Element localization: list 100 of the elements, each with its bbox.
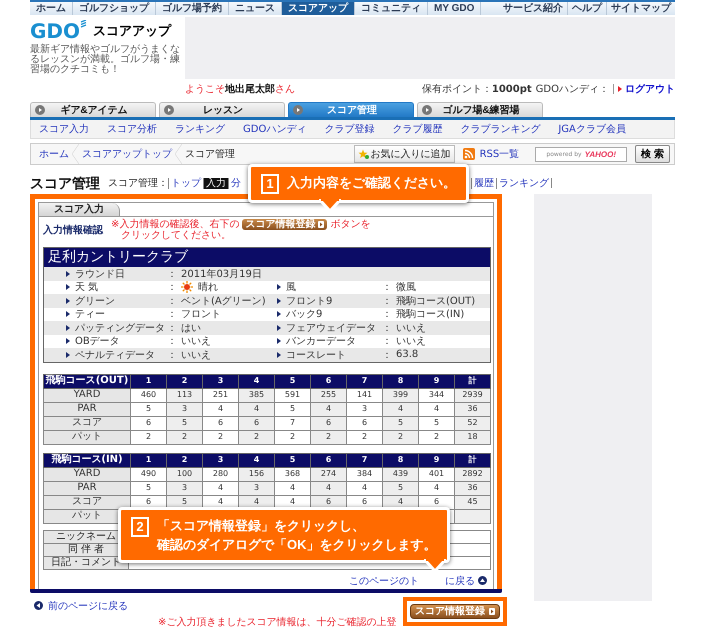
- colon: ：: [167, 322, 178, 335]
- table-cell: 6: [130, 416, 166, 430]
- submenu-link[interactable]: クラブ登録: [324, 122, 374, 136]
- submenu-link[interactable]: JGAクラブ会員: [558, 122, 626, 136]
- back-link[interactable]: 前のページに戻る: [34, 598, 128, 612]
- section-tab[interactable]: ギア&アイテム: [30, 102, 156, 117]
- table-cell: 3: [166, 481, 202, 495]
- nav-tab[interactable]: MY GDO: [428, 2, 482, 15]
- column-heading: 3: [202, 374, 238, 388]
- table-cell: 4: [346, 481, 382, 495]
- breadcrumb-current: スコア管理: [185, 148, 235, 161]
- table-cell: 255: [310, 388, 346, 402]
- colon: ：: [167, 308, 178, 322]
- nav-tab[interactable]: ゴルフショップ: [73, 2, 156, 15]
- step-number: 2: [131, 517, 149, 537]
- table-cell: 384: [346, 467, 382, 481]
- rss-link[interactable]: RSS一覧: [480, 147, 520, 161]
- rss-icon[interactable]: [462, 148, 475, 160]
- header-link[interactable]: サイトマップ: [606, 2, 675, 15]
- back-to-top-link[interactable]: このページのト: [349, 574, 419, 588]
- logout-link[interactable]: ログアウト: [618, 82, 675, 96]
- page-menu-link[interactable]: 履歴: [471, 178, 496, 188]
- submenu-link[interactable]: スコア分析: [107, 122, 157, 136]
- bullet-icon: [66, 324, 70, 331]
- bullet-icon: [277, 311, 281, 318]
- panel-tab[interactable]: スコア入力: [39, 203, 120, 216]
- row-label: PAR: [44, 402, 130, 416]
- favorite-button[interactable]: お気に入りに追加: [354, 145, 455, 163]
- colon: ：: [382, 294, 393, 308]
- register-button[interactable]: スコア情報登録: [410, 604, 500, 618]
- table-cell: 344: [418, 388, 454, 402]
- bullet-icon: [277, 284, 281, 290]
- table-cell: 280: [202, 467, 238, 481]
- handicap-text: GDOハンディ：: [536, 83, 609, 96]
- breadcrumb-link[interactable]: ホーム: [39, 147, 69, 161]
- table-cell: 460: [130, 388, 166, 402]
- page-menu-link[interactable]: 分: [228, 178, 243, 188]
- logo[interactable]: GDO: [30, 20, 88, 42]
- table-cell: 6: [346, 416, 382, 430]
- section-tab[interactable]: ゴルフ場&練習場: [417, 102, 543, 117]
- info-label: パッティングデータ: [75, 322, 166, 335]
- row-label: スコア: [44, 416, 130, 430]
- back-to-top-link[interactable]: に戻る: [445, 574, 475, 588]
- table-cell: 4: [202, 481, 238, 495]
- info-value: いいえ: [396, 322, 426, 335]
- breadcrumb-link[interactable]: スコアアップトップ: [82, 147, 172, 161]
- submenu-link[interactable]: クラブ履歴: [392, 122, 442, 136]
- table-cell: 5: [130, 402, 166, 416]
- bullet-icon: [277, 298, 281, 304]
- table-cell: 401: [418, 467, 454, 481]
- info-label: ティー: [75, 308, 106, 322]
- info-value: いいえ: [396, 335, 426, 348]
- nav-tab[interactable]: ホーム: [30, 2, 73, 15]
- table-cell: 2939: [454, 388, 490, 402]
- colon: ：: [382, 281, 393, 294]
- table-cell: 5: [274, 402, 310, 416]
- info-label: ペナルティデータ: [75, 348, 156, 362]
- table-cell: 4: [382, 402, 418, 416]
- header-link[interactable]: ヘルプ: [567, 2, 606, 15]
- table-cell: 4: [418, 402, 454, 416]
- tagline: 最新ギア情報やゴルフがうまくなるレッスンが満載。ゴルフ場・練習場のクチコミも！: [30, 45, 180, 75]
- nav-tab[interactable]: スコアアップ: [282, 2, 355, 15]
- bullet-icon: [277, 324, 281, 331]
- info-label: OBデータ: [75, 335, 121, 348]
- submenu-link[interactable]: GDOハンディ: [243, 122, 306, 136]
- table-cell: 4: [310, 402, 346, 416]
- page-menu-link[interactable]: 入力: [203, 178, 228, 188]
- arrow-icon: [318, 221, 324, 228]
- colon: ：: [167, 268, 178, 281]
- submenu-link[interactable]: ランキング: [175, 122, 225, 136]
- info-label: バック9: [286, 308, 324, 322]
- search-button[interactable]: 検 索: [635, 145, 670, 163]
- bullet-icon: [277, 338, 281, 344]
- table-cell: 6: [202, 416, 238, 430]
- table-cell: 45: [454, 495, 490, 509]
- page-menu-link[interactable]: ランキング: [496, 178, 551, 188]
- nav-tab[interactable]: ゴルフ場予約: [156, 2, 229, 15]
- table-cell: 36: [454, 402, 490, 416]
- note-text: クリックしてください。: [120, 230, 232, 241]
- header-link[interactable]: サービス紹介: [499, 2, 567, 15]
- info-value: いいえ: [181, 348, 211, 362]
- nav-tab[interactable]: コミュニティ: [355, 2, 428, 15]
- submenu-link[interactable]: クラブランキング: [460, 122, 540, 136]
- table-cell: 385: [238, 388, 274, 402]
- info-label: 天 気: [75, 281, 100, 294]
- colon: ：: [382, 348, 393, 362]
- table-cell: 6: [238, 416, 274, 430]
- column-heading: 9: [418, 453, 454, 467]
- table-cell: 2: [238, 430, 274, 444]
- column-heading: 計: [454, 453, 490, 467]
- section-tab[interactable]: レッスン: [159, 102, 285, 117]
- column-heading: 6: [310, 453, 346, 467]
- up-arrow-icon[interactable]: [478, 576, 487, 585]
- bullet-icon: [66, 298, 70, 304]
- column-heading: 4: [238, 453, 274, 467]
- table-cell: 274: [310, 467, 346, 481]
- info-label: バンカーデータ: [286, 335, 357, 348]
- table-cell: 113: [166, 388, 202, 402]
- submenu-link[interactable]: スコア入力: [39, 122, 89, 136]
- column-heading: 7: [346, 453, 382, 467]
